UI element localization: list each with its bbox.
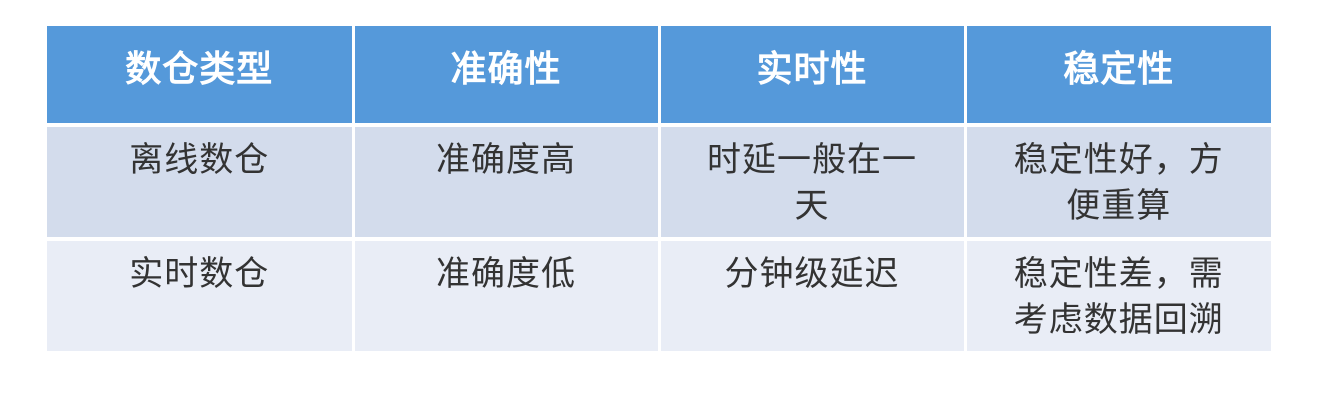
table-cell-realtime: 时延一般在一天 (657, 125, 967, 239)
table-row: 离线数仓 准确度高 时延一般在一天 稳定性好，方便重算 (47, 125, 1271, 239)
table-cell-accuracy: 准确度高 (351, 125, 661, 239)
table-cell-stability: 稳定性好，方便重算 (963, 125, 1271, 239)
table-cell-warehouse-type: 离线数仓 (47, 125, 355, 239)
header-cell-warehouse-type: 数仓类型 (47, 26, 355, 125)
header-cell-realtime: 实时性 (657, 26, 967, 125)
header-cell-stability: 稳定性 (963, 26, 1271, 125)
table-header: 数仓类型 准确性 实时性 稳定性 (47, 26, 1271, 125)
table-cell-stability: 稳定性差，需考虑数据回溯 (963, 239, 1271, 351)
warehouse-comparison-table: 数仓类型 准确性 实时性 稳定性 离线数仓 准确度高 时延一般在一天 稳定性好，… (47, 26, 1271, 351)
table-cell-realtime: 分钟级延迟 (657, 239, 967, 351)
header-row: 数仓类型 准确性 实时性 稳定性 (47, 26, 1271, 125)
comparison-table-container: 数仓类型 准确性 实时性 稳定性 离线数仓 准确度高 时延一般在一天 稳定性好，… (47, 26, 1271, 351)
table-body: 离线数仓 准确度高 时延一般在一天 稳定性好，方便重算 实时数仓 准确度低 分钟… (47, 125, 1271, 351)
table-row: 实时数仓 准确度低 分钟级延迟 稳定性差，需考虑数据回溯 (47, 239, 1271, 351)
table-cell-accuracy: 准确度低 (351, 239, 661, 351)
table-cell-warehouse-type: 实时数仓 (47, 239, 355, 351)
header-cell-accuracy: 准确性 (351, 26, 661, 125)
